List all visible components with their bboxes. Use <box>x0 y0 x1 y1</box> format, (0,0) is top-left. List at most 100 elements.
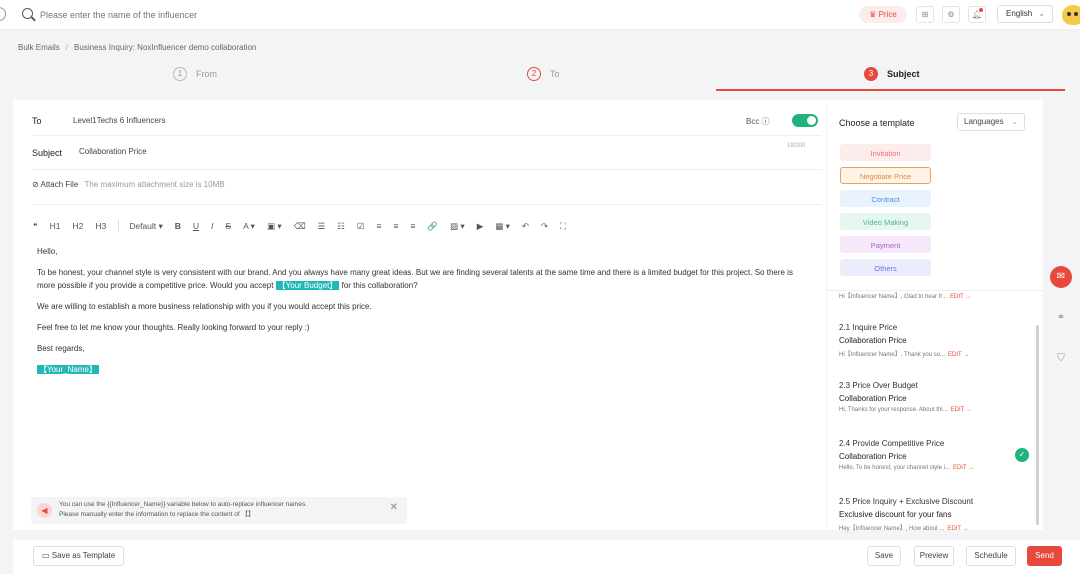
clear-format-icon[interactable]: ⌫ <box>294 221 306 232</box>
schedule-button[interactable]: Schedule <box>966 546 1016 566</box>
grid-icon[interactable]: ⊞ <box>916 6 934 23</box>
font-select[interactable]: Default ▾ <box>129 221 163 232</box>
link-icon[interactable]: 🔗 <box>427 221 438 232</box>
breadcrumb-current: Business Inquiry: NoxInfluencer demo col… <box>74 43 257 52</box>
settings-icon[interactable]: ⚙ <box>942 6 960 23</box>
back-circle-icon[interactable] <box>0 7 6 21</box>
category-others[interactable]: Others <box>840 259 931 276</box>
category-invitation[interactable]: Invitation <box>840 144 931 161</box>
notification-dot <box>979 8 983 12</box>
edit-link[interactable]: EDIT → <box>953 465 974 471</box>
italic-button[interactable]: I <box>211 221 213 231</box>
toolbar-divider <box>118 220 120 232</box>
category-contract[interactable]: Contract <box>840 190 931 207</box>
active-step-underline <box>716 89 1065 91</box>
category-video-making[interactable]: Video Making <box>840 213 931 230</box>
subject-input[interactable]: Collaboration Price <box>79 147 147 156</box>
edit-link[interactable]: EDIT → <box>950 294 971 300</box>
step-label: To <box>550 69 560 79</box>
step-number: 1 <box>173 67 187 81</box>
email-body[interactable]: Hello, To be honest, your channel style … <box>37 245 807 384</box>
price-button[interactable]: ♛ Price <box>859 6 907 23</box>
h3-button[interactable]: H3 <box>95 221 106 231</box>
align-left-icon[interactable]: ≡ <box>377 221 382 231</box>
underline-button[interactable]: U <box>193 221 199 231</box>
breadcrumb-root[interactable]: Bulk Emails <box>18 43 60 52</box>
body-greeting: Hello, <box>37 247 58 256</box>
save-as-template-button[interactable]: ▭ Save as Template <box>33 546 124 566</box>
paperclip-icon: ⊘ <box>32 180 39 189</box>
step-label: From <box>196 69 217 79</box>
shield-icon[interactable]: ⛉ <box>1050 348 1072 370</box>
font-color-button[interactable]: A ▾ <box>243 221 255 232</box>
step-to[interactable]: 2 To <box>527 67 560 81</box>
avatar[interactable] <box>1062 5 1080 25</box>
attach-file-label[interactable]: Attach File <box>40 180 78 189</box>
image-icon[interactable]: ▨ ▾ <box>450 221 465 232</box>
to-row: To Level1Techs 6 Influencers <box>32 100 822 136</box>
chevron-down-icon: ⌄ <box>1038 9 1045 18</box>
strikethrough-button[interactable]: S <box>225 221 231 231</box>
email-editor: To Level1Techs 6 Influencers Bcc ⓘ Subje… <box>13 100 826 530</box>
undo-icon[interactable]: ↶ <box>522 221 529 232</box>
save-template-icon: ▭ <box>42 551 52 560</box>
subject-label: Subject <box>32 148 63 158</box>
bcc-label: Bcc ⓘ <box>746 117 770 126</box>
language-value: English <box>1006 9 1033 18</box>
template-subject: Collaboration Price <box>839 336 907 345</box>
quote-icon[interactable]: ❝ <box>33 221 38 232</box>
step-label: Subject <box>887 69 920 79</box>
background-color-button[interactable]: ▣ ▾ <box>267 221 282 232</box>
to-label: To <box>32 116 42 126</box>
template-preview: Hi【Influencer Name】, Thank you so... <box>839 352 946 358</box>
align-center-icon[interactable]: ≡ <box>393 221 398 231</box>
task-list-icon[interactable]: ☑ <box>357 221 365 232</box>
align-right-icon[interactable]: ≡ <box>410 221 415 231</box>
subject-counter: 19/200 <box>787 143 806 149</box>
mail-template-icon[interactable]: ✉ <box>1050 266 1072 288</box>
template-item[interactable]: Hi【Influencer Name】, Glad to hear fr... E… <box>839 290 1029 300</box>
video-icon[interactable]: ▶ <box>477 221 484 232</box>
bold-button[interactable]: B <box>175 221 181 231</box>
bell-icon[interactable]: 🔔︎ <box>968 6 986 23</box>
fullscreen-icon[interactable]: ⛶ <box>560 221 566 232</box>
link-icon[interactable]: ⚭ <box>1050 307 1072 329</box>
search-input[interactable] <box>40 7 440 23</box>
language-select[interactable]: English ⌄ <box>997 5 1053 23</box>
body-text-run: for this collaboration? <box>339 281 418 290</box>
template-item[interactable]: 2.3 Price Over Budget Collaboration Pric… <box>839 381 1029 413</box>
template-name: 2.3 Price Over Budget <box>839 381 918 390</box>
category-negotiate-price[interactable]: Negotiate Price <box>840 167 931 184</box>
template-item[interactable]: 2.5 Price Inquiry + Exclusive Discount E… <box>839 497 1029 532</box>
bcc-toggle[interactable] <box>792 114 818 127</box>
scrollbar[interactable] <box>1036 325 1039 525</box>
budget-variable-tag[interactable]: 【Your Budget】 <box>275 281 340 290</box>
table-icon[interactable]: ▦ ▾ <box>495 221 510 232</box>
template-item[interactable]: 2.1 Inquire Price Collaboration Price Hi… <box>839 323 1029 358</box>
category-payment[interactable]: Payment <box>840 236 931 253</box>
preview-button[interactable]: Preview <box>914 546 954 566</box>
to-value[interactable]: Level1Techs 6 Influencers <box>73 116 166 125</box>
name-variable-tag[interactable]: 【Your_Name】 <box>37 365 99 374</box>
redo-icon[interactable]: ↷ <box>541 221 548 232</box>
edit-link[interactable]: EDIT → <box>948 352 969 358</box>
h2-button[interactable]: H2 <box>72 221 83 231</box>
languages-select[interactable]: Languages ⌄ <box>957 113 1025 131</box>
attach-file-row[interactable]: ⊘ Attach File The maximum attachment siz… <box>32 180 225 189</box>
edit-link[interactable]: EDIT → <box>947 526 968 532</box>
template-item-selected[interactable]: 2.4 Provide Competitive Price Collaborat… <box>839 439 1029 471</box>
close-icon[interactable]: ✕ <box>390 503 398 513</box>
bullet-list-icon[interactable]: ☰ <box>318 221 326 232</box>
send-button[interactable]: Send <box>1027 546 1062 566</box>
footer-bar: ▭ Save as Template Save Preview Schedule… <box>13 540 1080 574</box>
h1-button[interactable]: H1 <box>50 221 61 231</box>
template-panel-title: Choose a template <box>839 118 915 128</box>
save-button[interactable]: Save <box>867 546 901 566</box>
step-indicator: 1 From 2 To 3 Subject <box>0 60 1080 91</box>
body-signature: 【Your_Name】 <box>37 363 807 376</box>
edit-link[interactable]: EDIT → <box>951 407 972 413</box>
attach-hint: The maximum attachment size is 10MB <box>84 180 225 189</box>
step-from[interactable]: 1 From <box>173 67 217 81</box>
step-subject[interactable]: 3 Subject <box>864 67 920 81</box>
numbered-list-icon[interactable]: ☷ <box>337 221 345 232</box>
